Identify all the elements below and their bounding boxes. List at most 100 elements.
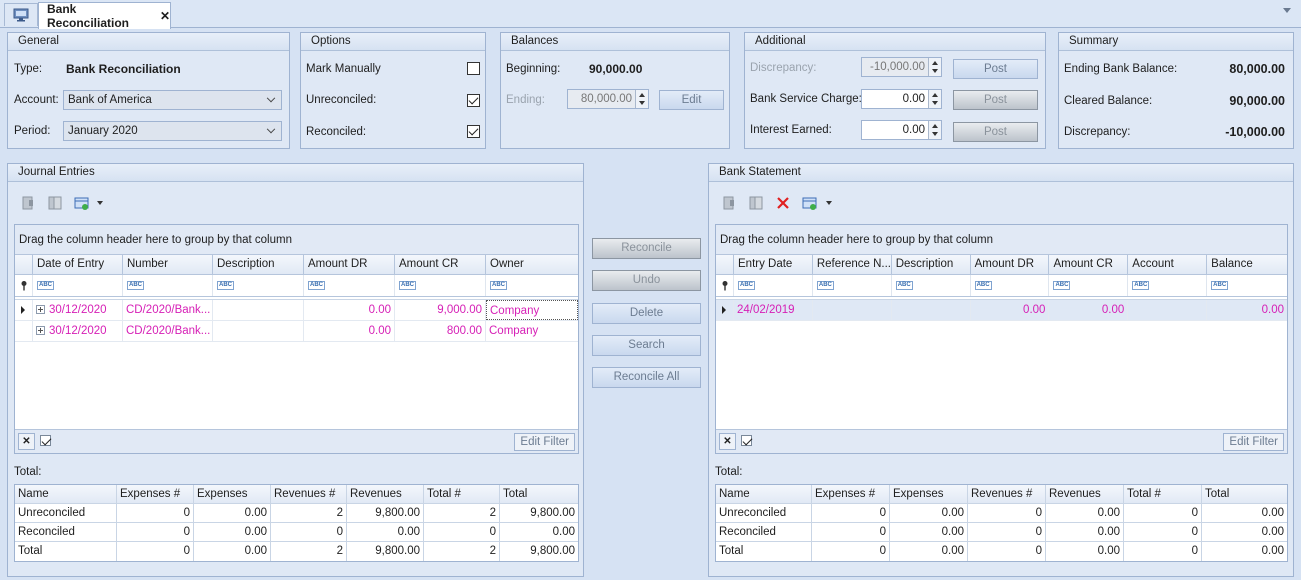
totals-header: Name Expenses # Expenses Revenues # Reve… — [15, 485, 578, 504]
period-label: Period: — [14, 125, 51, 137]
bank-statement-title: Bank Statement — [709, 164, 1293, 182]
table-row[interactable]: 24/02/2019 0.00 0.00 0.00 — [716, 300, 1287, 321]
tab-monitor-icon[interactable] — [4, 3, 38, 26]
statement-total-label: Total: — [715, 466, 743, 478]
spin-icon[interactable] — [928, 58, 941, 76]
unreconciled-checkbox[interactable] — [467, 94, 480, 107]
type-value: Bank Reconciliation — [66, 62, 181, 76]
col-description[interactable]: Description — [892, 255, 971, 274]
filter-cell[interactable]: ABC — [734, 275, 813, 296]
group-by-area[interactable]: Drag the column header here to group by … — [15, 225, 578, 255]
filter-cell[interactable]: ABC — [971, 275, 1050, 296]
filter-cell[interactable]: ABC — [813, 275, 892, 296]
filter-cell[interactable]: ABC — [1207, 275, 1287, 296]
interest-earned-input[interactable]: 0.00 — [861, 120, 942, 140]
undo-button[interactable]: Undo — [592, 270, 701, 291]
add-document-icon[interactable] — [721, 195, 737, 211]
account-select[interactable]: Bank of America — [63, 90, 282, 110]
table-row[interactable]: 30/12/2020 CD/2020/Bank... 0.00 9,000.00… — [15, 300, 578, 321]
tab-dropdown-icon[interactable] — [1283, 8, 1291, 13]
journal-grid-header: Date of Entry Number Description Amount … — [15, 255, 578, 275]
col-description[interactable]: Description — [213, 255, 304, 274]
filter-cell[interactable]: ABC — [123, 275, 213, 296]
post-button-2[interactable]: Post — [953, 90, 1038, 110]
col-amount-cr[interactable]: Amount CR — [1049, 255, 1129, 274]
filter-cell[interactable]: ABC — [33, 275, 123, 296]
filter-cell[interactable]: ABC — [304, 275, 395, 296]
table-row[interactable]: 30/12/2020 CD/2020/Bank... 0.00 800.00 C… — [15, 321, 578, 342]
filter-pin-icon — [716, 275, 734, 296]
spin-icon[interactable] — [928, 121, 941, 139]
filter-enabled-checkbox[interactable] — [40, 435, 51, 446]
delete-button[interactable]: Delete — [592, 303, 701, 324]
filter-cell[interactable]: ABC — [395, 275, 486, 296]
dropdown-arrow-icon[interactable] — [97, 201, 103, 205]
filter-cell[interactable]: ABC — [1128, 275, 1208, 296]
reconciled-checkbox[interactable] — [467, 125, 480, 138]
copy-document-icon[interactable] — [748, 195, 764, 211]
reconciled-label: Reconciled: — [306, 126, 367, 138]
filter-cell[interactable]: ABC — [486, 275, 578, 296]
discrepancy-label: Discrepancy: — [750, 62, 817, 74]
refresh-table-icon[interactable] — [74, 195, 90, 211]
col-account[interactable]: Account — [1128, 255, 1208, 274]
reconcile-all-button[interactable]: Reconcile All — [592, 367, 701, 388]
period-select[interactable]: January 2020 — [63, 121, 282, 141]
dropdown-arrow-icon[interactable] — [826, 201, 832, 205]
chevron-down-icon — [266, 124, 276, 134]
clear-filter-icon[interactable]: ✕ — [719, 433, 736, 450]
col-number[interactable]: Number — [123, 255, 213, 274]
copy-document-icon[interactable] — [47, 195, 63, 211]
journal-total-label: Total: — [14, 466, 42, 478]
type-label: Type: — [14, 63, 43, 75]
group-by-area[interactable]: Drag the column header here to group by … — [716, 225, 1287, 255]
col-amount-dr[interactable]: Amount DR — [971, 255, 1050, 274]
expand-icon[interactable] — [36, 305, 45, 314]
journal-entries-panel: Journal Entries Drag the column header h… — [7, 163, 584, 577]
col-reference-number[interactable]: Reference N... — [813, 255, 892, 274]
spin-icon[interactable] — [635, 90, 648, 108]
balances-group: Balances Beginning: 90,000.00 Ending: 80… — [500, 32, 730, 149]
ending-bank-balance-value: 80,000.00 — [1229, 62, 1285, 76]
journal-entries-title: Journal Entries — [8, 164, 583, 182]
service-charge-input[interactable]: 0.00 — [861, 89, 942, 109]
tab-bank-reconciliation[interactable]: Bank Reconciliation ✕ — [38, 2, 171, 30]
search-button[interactable]: Search — [592, 335, 701, 356]
filter-pin-icon — [15, 275, 33, 296]
service-charge-value: 0.00 — [902, 93, 925, 105]
col-amount-cr[interactable]: Amount CR — [395, 255, 486, 274]
filter-cell[interactable]: ABC — [213, 275, 304, 296]
col-owner[interactable]: Owner — [486, 255, 578, 274]
filter-cell[interactable]: ABC — [892, 275, 971, 296]
mark-manually-label: Mark Manually — [306, 63, 381, 75]
clear-filter-icon[interactable]: ✕ — [18, 433, 35, 450]
col-amount-dr[interactable]: Amount DR — [304, 255, 395, 274]
edit-button[interactable]: Edit — [659, 90, 724, 110]
post-button-3[interactable]: Post — [953, 122, 1038, 142]
row-pointer-icon — [716, 300, 734, 320]
reconcile-button[interactable]: Reconcile — [592, 238, 701, 259]
edit-filter-button[interactable]: Edit Filter — [514, 433, 575, 451]
filter-enabled-checkbox[interactable] — [741, 435, 752, 446]
col-balance[interactable]: Balance — [1207, 255, 1287, 274]
delete-icon[interactable] — [775, 195, 791, 211]
statement-grid-header: Entry Date Reference N... Description Am… — [716, 255, 1287, 275]
discrepancy-input[interactable]: -10,000.00 — [861, 57, 942, 77]
spin-icon[interactable] — [928, 90, 941, 108]
mark-manually-checkbox[interactable] — [467, 62, 480, 75]
bank-statement-panel: Bank Statement Drag the column header he… — [708, 163, 1294, 577]
refresh-table-icon[interactable] — [802, 195, 818, 211]
col-entry-date[interactable]: Entry Date — [734, 255, 813, 274]
edit-filter-button[interactable]: Edit Filter — [1223, 433, 1284, 451]
filter-cell[interactable]: ABC — [1049, 275, 1129, 296]
expand-icon[interactable] — [36, 326, 45, 335]
filter-row: ABC ABC ABC ABC ABC ABC ABC — [716, 275, 1287, 297]
add-document-icon[interactable] — [20, 195, 36, 211]
ending-input[interactable]: 80,000.00 — [567, 89, 649, 109]
additional-group: Additional Discrepancy: -10,000.00 Post … — [744, 32, 1046, 149]
col-date-of-entry[interactable]: Date of Entry — [33, 255, 123, 274]
tab-title: Bank Reconciliation — [47, 2, 130, 30]
grid-footer: ✕ Edit Filter — [15, 429, 578, 453]
close-icon[interactable]: ✕ — [160, 9, 170, 23]
post-button-1[interactable]: Post — [953, 59, 1038, 79]
